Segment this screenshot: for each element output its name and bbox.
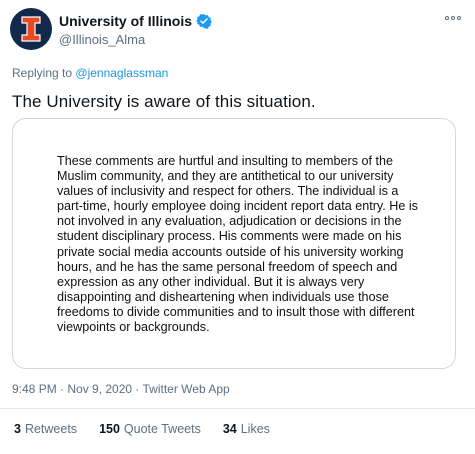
- likes-count: 34: [222, 422, 237, 436]
- retweets-stat[interactable]: 3 Retweets: [14, 422, 77, 436]
- author-block: University of Illinois @Illinois_Alma: [59, 13, 212, 47]
- replying-to-label: Replying to: [12, 66, 73, 80]
- statement-image-card[interactable]: These comments are hurtful and insulting…: [12, 118, 456, 369]
- divider: [0, 408, 475, 409]
- quote-tweets-label: Quote Tweets: [123, 422, 201, 436]
- quote-tweets-count: 150: [99, 422, 120, 436]
- likes-stat[interactable]: 34 Likes: [223, 422, 270, 436]
- likes-label: Likes: [240, 422, 270, 436]
- user-handle[interactable]: @Illinois_Alma: [59, 32, 212, 47]
- reply-mention-link[interactable]: @jennaglassman: [75, 66, 168, 80]
- verified-badge-icon: [196, 13, 212, 29]
- illinois-block-i-logo: [21, 16, 41, 42]
- tweet-text: The University is aware of this situatio…: [12, 92, 316, 111]
- retweets-label: Retweets: [24, 422, 78, 436]
- tweet: University of Illinois @Illinois_Alma Re…: [0, 0, 475, 454]
- more-options-icon[interactable]: [445, 16, 461, 20]
- display-name[interactable]: University of Illinois: [59, 13, 192, 29]
- statement-text: These comments are hurtful and insulting…: [57, 154, 418, 335]
- retweets-count: 3: [14, 422, 21, 436]
- quote-tweets-stat[interactable]: 150 Quote Tweets: [99, 422, 201, 436]
- replying-to: Replying to @jennaglassman: [12, 66, 168, 80]
- avatar[interactable]: [10, 8, 52, 50]
- engagement-stats: 3 Retweets 150 Quote Tweets 34 Likes: [14, 422, 270, 436]
- tweet-timestamp[interactable]: 9:48 PM · Nov 9, 2020 · Twitter Web App: [12, 382, 230, 396]
